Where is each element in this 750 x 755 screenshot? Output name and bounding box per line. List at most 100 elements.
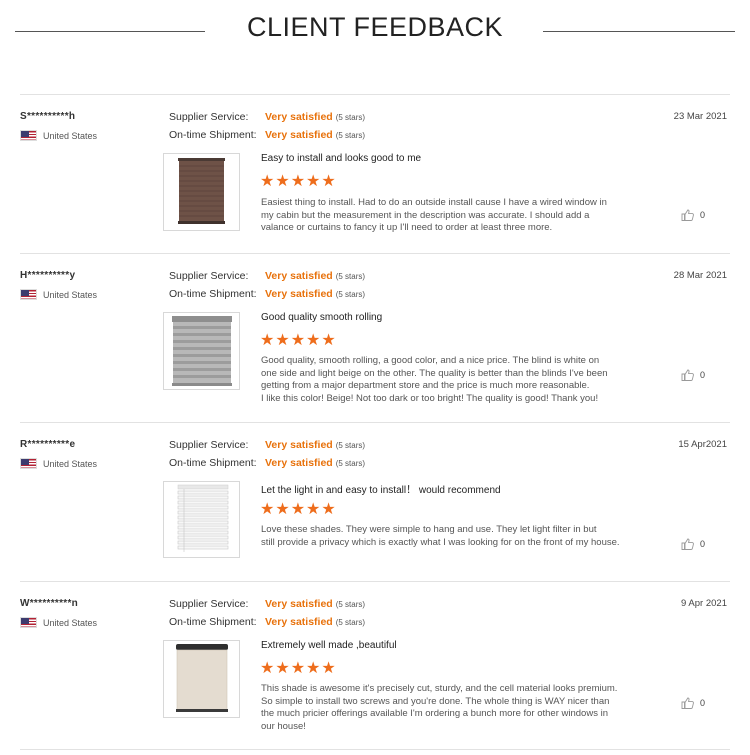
shipment-label: On-time Shipment: bbox=[169, 129, 257, 141]
country-name: United States bbox=[43, 458, 98, 469]
reviewer-country: United States bbox=[20, 130, 97, 141]
beige-roller-shade-icon bbox=[164, 641, 239, 717]
supplier-service-stars: (5 stars) bbox=[335, 441, 366, 450]
shipment-value: Very satisfied bbox=[265, 288, 333, 300]
supplier-service-stars: (5 stars) bbox=[335, 113, 366, 122]
us-flag-icon bbox=[20, 617, 37, 628]
page-title: CLIENT FEEDBACK bbox=[246, 12, 504, 42]
reviewer-name: S**********h bbox=[20, 111, 76, 122]
reviewer-name: H**********y bbox=[20, 270, 76, 281]
shipment-rating: On-time Shipment: Very satisfied (5 star… bbox=[169, 457, 365, 469]
review-title: Extremely well made ,beautiful bbox=[261, 640, 397, 651]
brown-cellular-shade-icon bbox=[164, 154, 239, 230]
reviewer-name: R**********e bbox=[20, 439, 76, 450]
supplier-service-rating: Supplier Service: Very satisfied (5 star… bbox=[169, 598, 365, 610]
supplier-service-label: Supplier Service: bbox=[169, 111, 249, 123]
supplier-service-label: Supplier Service: bbox=[169, 598, 249, 610]
thumbs-up-icon bbox=[681, 369, 694, 381]
review-stars: ★★★★★ bbox=[260, 660, 337, 677]
country-name: United States bbox=[43, 130, 98, 141]
thumbs-up-icon bbox=[681, 209, 694, 221]
supplier-service-value: Very satisfied bbox=[265, 270, 333, 282]
shipment-stars: (5 stars) bbox=[335, 459, 366, 468]
shipment-label: On-time Shipment: bbox=[169, 616, 257, 628]
country-name: United States bbox=[43, 289, 98, 300]
review-title: Good quality smooth rolling bbox=[261, 312, 383, 323]
like-count: 0 bbox=[700, 210, 706, 220]
thumbs-up-icon bbox=[681, 538, 694, 550]
review-body-line: getting from a major department store an… bbox=[261, 380, 590, 391]
like-button[interactable]: 0 bbox=[681, 369, 705, 381]
review-body-line: Love these shades. They were simple to h… bbox=[261, 524, 597, 535]
review-stars: ★★★★★ bbox=[260, 332, 337, 349]
review-date: 23 Mar 2021 bbox=[673, 111, 727, 122]
shipment-stars: (5 stars) bbox=[335, 290, 366, 299]
reviewer-name: W**********n bbox=[20, 598, 79, 609]
page-header: CLIENT FEEDBACK bbox=[0, 0, 750, 60]
like-count: 0 bbox=[700, 698, 706, 708]
supplier-service-label: Supplier Service: bbox=[169, 270, 249, 282]
shipment-label: On-time Shipment: bbox=[169, 457, 257, 469]
shipment-rating: On-time Shipment: Very satisfied (5 star… bbox=[169, 129, 365, 141]
supplier-service-stars: (5 stars) bbox=[335, 600, 366, 609]
like-count: 0 bbox=[700, 539, 706, 549]
supplier-service-value: Very satisfied bbox=[265, 111, 333, 123]
review-body-line: our house! bbox=[261, 720, 306, 732]
review-body-line: the much pricier offerings available I'm… bbox=[261, 708, 608, 719]
review-body-line: one side and light beige on the other. T… bbox=[261, 367, 608, 379]
product-image[interactable] bbox=[163, 312, 240, 390]
review-body-line: still provide a privacy which is exactly… bbox=[261, 536, 620, 548]
review-stars: ★★★★★ bbox=[260, 173, 337, 190]
header-divider-right bbox=[543, 31, 735, 32]
like-count: 0 bbox=[700, 370, 706, 380]
review-body-line: my cabin but the measurement in the desc… bbox=[261, 209, 590, 221]
supplier-service-rating: Supplier Service: Very satisfied (5 star… bbox=[169, 270, 365, 282]
shipment-rating: On-time Shipment: Very satisfied (5 star… bbox=[169, 616, 365, 628]
white-venetian-blind-icon bbox=[164, 482, 239, 557]
shipment-label: On-time Shipment: bbox=[169, 288, 257, 300]
shipment-stars: (5 stars) bbox=[335, 131, 366, 140]
shipment-value: Very satisfied bbox=[265, 457, 333, 469]
shipment-value: Very satisfied bbox=[265, 616, 333, 628]
review-body: Good quality, smooth rolling, a good col… bbox=[261, 355, 641, 405]
review-body-line: valance or curtains to fancy it up I'll … bbox=[261, 222, 553, 233]
shipment-value: Very satisfied bbox=[265, 129, 333, 141]
us-flag-icon bbox=[20, 289, 37, 300]
review-stars: ★★★★★ bbox=[260, 501, 337, 518]
divider bbox=[20, 422, 730, 423]
like-button[interactable]: 0 bbox=[681, 697, 705, 709]
review-body-line: I like this color! Beige! Not too dark o… bbox=[261, 392, 599, 404]
reviewer-country: United States bbox=[20, 617, 97, 628]
review-body-line: So simple to install two screws and you'… bbox=[261, 695, 610, 707]
like-button[interactable]: 0 bbox=[681, 538, 705, 550]
thumbs-up-icon bbox=[681, 697, 694, 709]
review-body-line: This shade is awesome it's precisely cut… bbox=[261, 683, 618, 694]
review-date: 28 Mar 2021 bbox=[673, 270, 727, 281]
shipment-stars: (5 stars) bbox=[335, 618, 366, 627]
product-image[interactable] bbox=[163, 640, 240, 718]
grey-zebra-blind-icon bbox=[164, 313, 239, 389]
review-date: 15 Apr2021 bbox=[678, 439, 727, 450]
country-name: United States bbox=[43, 617, 98, 628]
supplier-service-rating: Supplier Service: Very satisfied (5 star… bbox=[169, 111, 365, 123]
divider bbox=[20, 749, 730, 750]
us-flag-icon bbox=[20, 130, 37, 141]
review-title: Easy to install and looks good to me bbox=[261, 153, 422, 164]
supplier-service-value: Very satisfied bbox=[265, 598, 333, 610]
review-body: Easiest thing to install. Had to do an o… bbox=[261, 197, 641, 235]
review-body: Love these shades. They were simple to h… bbox=[261, 524, 641, 549]
review-body: This shade is awesome it's precisely cut… bbox=[261, 683, 641, 733]
review-body-line: Easiest thing to install. Had to do an o… bbox=[261, 197, 607, 208]
supplier-service-label: Supplier Service: bbox=[169, 439, 249, 451]
supplier-service-rating: Supplier Service: Very satisfied (5 star… bbox=[169, 439, 365, 451]
supplier-service-value: Very satisfied bbox=[265, 439, 333, 451]
divider bbox=[20, 581, 730, 582]
divider bbox=[20, 253, 730, 254]
shipment-rating: On-time Shipment: Very satisfied (5 star… bbox=[169, 288, 365, 300]
like-button[interactable]: 0 bbox=[681, 209, 705, 221]
divider bbox=[20, 94, 730, 95]
review-date: 9 Apr 2021 bbox=[681, 598, 727, 609]
product-image[interactable] bbox=[163, 481, 240, 558]
product-image[interactable] bbox=[163, 153, 240, 231]
reviewer-country: United States bbox=[20, 458, 97, 469]
